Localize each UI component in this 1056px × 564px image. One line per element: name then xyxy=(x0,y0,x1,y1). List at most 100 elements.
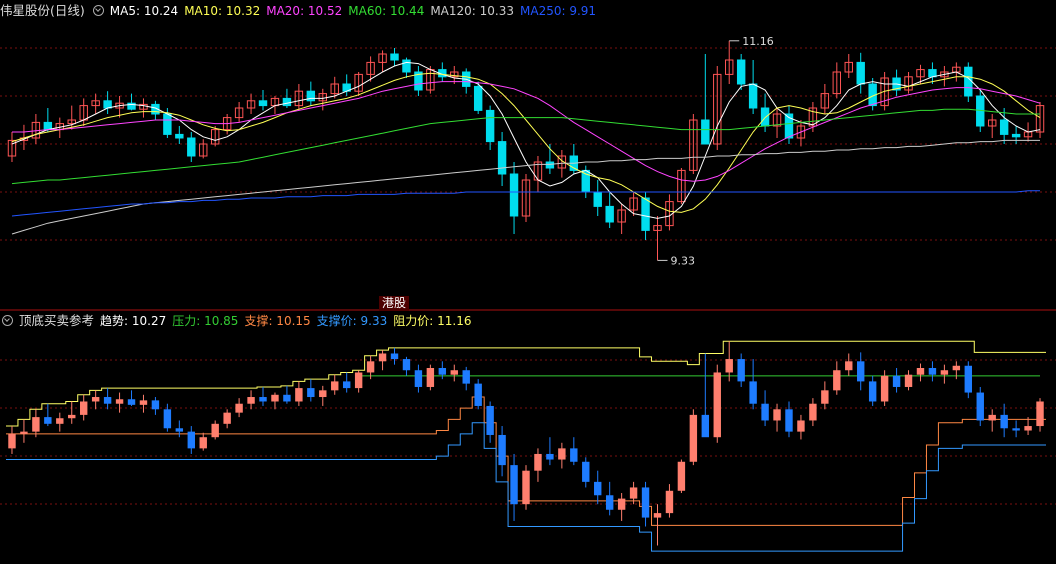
indicator-bar xyxy=(976,392,984,421)
indicator-bar xyxy=(892,375,901,387)
candle-body xyxy=(509,173,519,217)
indicator-bar xyxy=(653,513,662,518)
main-chart-header: 伟星股份(日线) MA5: 10.24 MA10: 10.32 MA20: 10.52… xyxy=(0,1,602,21)
indicator-bar xyxy=(689,414,698,462)
support-label: 支撑: 10.15 xyxy=(244,314,311,328)
candle-body xyxy=(485,109,495,143)
indicator-bar xyxy=(534,453,542,471)
ma10-label: MA10: 10.32 xyxy=(184,4,261,18)
indicator-bar xyxy=(235,403,243,413)
indicator-bar xyxy=(426,368,435,387)
indicator-bar xyxy=(773,409,781,421)
indicator-bar xyxy=(32,417,40,432)
stock-title[interactable]: 伟星股份(日线) xyxy=(0,3,85,18)
indicator-bar xyxy=(952,365,961,371)
indicator-bar xyxy=(342,381,351,389)
annotation-label: 11.16 xyxy=(742,35,774,48)
stock-chart: 11.16 9.33 xyxy=(0,35,1056,552)
hk-stock-button[interactable]: 港股 xyxy=(379,296,410,311)
indicator-bar xyxy=(199,437,207,449)
indicator-bar xyxy=(163,409,172,429)
indicator-bar xyxy=(115,399,124,404)
indicator-bar xyxy=(223,412,231,424)
indicator-bar xyxy=(1036,401,1044,427)
indicator-bar xyxy=(259,397,267,402)
indicator-bar xyxy=(474,383,482,406)
candle-body xyxy=(187,137,196,157)
indicator-bar xyxy=(665,490,674,514)
candle-body xyxy=(1011,133,1021,138)
indicator-bar xyxy=(175,428,184,432)
indicator-bar xyxy=(785,409,793,432)
indicator-bar xyxy=(450,370,458,375)
indicator-bar xyxy=(605,495,614,510)
indicator-bar xyxy=(91,397,100,402)
candle-body xyxy=(593,191,602,207)
indicator-bar xyxy=(211,423,219,438)
indicator-bar xyxy=(880,375,889,402)
indicator-bar xyxy=(510,465,518,505)
candle-body xyxy=(175,133,184,139)
indicator-bar xyxy=(331,381,339,391)
indicator-bar xyxy=(749,381,757,404)
indicator-bar xyxy=(522,470,530,505)
indicator-bar xyxy=(283,394,291,402)
indicator-bar xyxy=(127,399,136,405)
annotation-label: 9.33 xyxy=(670,254,695,267)
indicator-bar xyxy=(582,461,590,482)
indicator-bar xyxy=(904,374,913,387)
candle-body xyxy=(402,59,411,73)
candle-body xyxy=(163,113,172,135)
indicator-bar xyxy=(139,400,148,405)
indicator-bar xyxy=(570,448,578,462)
indicator-bar xyxy=(833,370,841,391)
indicator-bar xyxy=(378,353,387,362)
indicator-bar xyxy=(103,397,112,404)
candle-body xyxy=(964,66,973,97)
indicator-bar xyxy=(964,365,973,393)
ma20-label: MA20: 10.52 xyxy=(266,4,343,18)
indicator-bar xyxy=(247,397,255,404)
indicator-bar xyxy=(928,368,937,375)
indicator-bar xyxy=(558,448,566,460)
chevron-down-icon[interactable] xyxy=(2,315,13,326)
indicator-bar xyxy=(821,390,829,404)
candle-body xyxy=(497,141,507,175)
candle-body xyxy=(999,119,1009,135)
indicator-bar xyxy=(725,359,733,373)
indicator-bar xyxy=(354,372,363,389)
indicator-bar xyxy=(20,431,28,434)
indicator-bar xyxy=(79,401,88,415)
indicator-bar xyxy=(868,381,877,402)
candle-body xyxy=(605,205,614,223)
indicator-title[interactable]: 顶底买卖参考 xyxy=(19,313,94,328)
indicator-bar xyxy=(402,359,411,371)
indicator-bar xyxy=(988,414,996,421)
candle-body xyxy=(390,53,399,61)
indicator-bar xyxy=(414,370,423,387)
candle-body xyxy=(928,69,937,78)
resistance-price-label: 阻力价: 11.16 xyxy=(393,314,472,328)
candle-body xyxy=(701,119,710,145)
indicator-bar xyxy=(307,388,315,398)
indicator-bar xyxy=(617,498,626,510)
candle-body xyxy=(641,197,650,231)
support-price-label: 支撑价: 9.33 xyxy=(316,314,388,328)
indicator-bar xyxy=(809,403,817,421)
trend-label: 趋势: 10.27 xyxy=(100,314,167,328)
indicator-bar xyxy=(1012,428,1020,431)
indicator-header: 顶底买卖参考 趋势: 10.27 压力: 10.85 支撑: 10.15 支撑价: 9.… xyxy=(0,311,477,331)
candle-body xyxy=(103,100,112,109)
candle-body xyxy=(856,61,865,85)
indicator-bar xyxy=(366,361,375,373)
indicator-bar xyxy=(713,372,721,438)
chevron-down-icon[interactable] xyxy=(92,5,104,16)
candle-body xyxy=(43,121,53,131)
indicator-bar xyxy=(68,414,76,419)
candle-body xyxy=(282,97,292,107)
indicator-bar xyxy=(761,403,769,421)
indicator-bar xyxy=(8,433,16,449)
indicator-bar xyxy=(390,353,399,360)
indicator-bar xyxy=(271,394,279,402)
candle-body xyxy=(545,161,555,169)
